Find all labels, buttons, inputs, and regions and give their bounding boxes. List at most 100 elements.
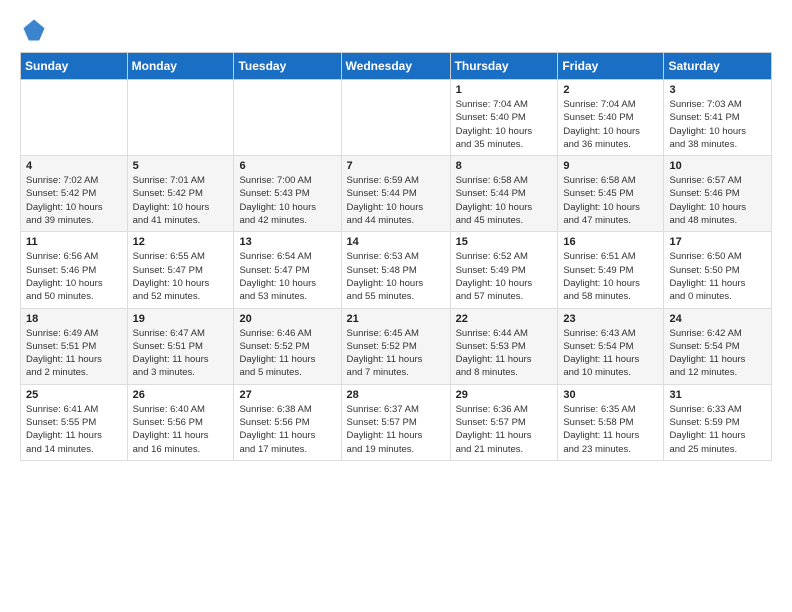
day-cell: 23Sunrise: 6:43 AM Sunset: 5:54 PM Dayli… — [558, 308, 664, 384]
day-info: Sunrise: 6:40 AM Sunset: 5:56 PM Dayligh… — [133, 403, 229, 456]
day-number: 11 — [26, 236, 122, 248]
day-number: 24 — [669, 313, 766, 325]
day-cell: 9 Sunrise: 6:58 AM Sunset: 5:45 PM Daylig… — [558, 156, 664, 232]
day-number: 17 — [669, 236, 766, 248]
day-number: 27 — [239, 389, 335, 401]
day-cell: 4 Sunrise: 7:02 AM Sunset: 5:42 PM Daylig… — [21, 156, 128, 232]
day-info: Sunrise: 6:35 AM Sunset: 5:58 PM Dayligh… — [563, 403, 658, 456]
day-cell: 12 Sunrise: 6:55 AM Sunset: 5:47 PM Dayli… — [127, 232, 234, 308]
day-number: 18 — [26, 313, 122, 325]
day-info: Sunrise: 6:41 AM Sunset: 5:55 PM Dayligh… — [26, 403, 122, 456]
day-number: 26 — [133, 389, 229, 401]
day-cell: 16 Sunrise: 6:51 AM Sunset: 5:49 PM Dayli… — [558, 232, 664, 308]
day-number: 31 — [669, 389, 766, 401]
day-cell: 29Sunrise: 6:36 AM Sunset: 5:57 PM Dayli… — [450, 384, 558, 460]
day-cell: 25 Sunrise: 6:41 AM Sunset: 5:55 PM Dayli… — [21, 384, 128, 460]
day-info: Sunrise: 6:44 AM Sunset: 5:53 PM Dayligh… — [456, 327, 553, 380]
day-cell: 30Sunrise: 6:35 AM Sunset: 5:58 PM Dayli… — [558, 384, 664, 460]
week-row-2: 4 Sunrise: 7:02 AM Sunset: 5:42 PM Daylig… — [21, 156, 772, 232]
day-cell: 20 Sunrise: 6:46 AM Sunset: 5:52 PM Dayli… — [234, 308, 341, 384]
day-cell: 17 Sunrise: 6:50 AM Sunset: 5:50 PM Dayli… — [664, 232, 772, 308]
day-number: 14 — [347, 236, 445, 248]
week-row-5: 25 Sunrise: 6:41 AM Sunset: 5:55 PM Dayli… — [21, 384, 772, 460]
day-number: 6 — [239, 160, 335, 172]
day-cell: 21 Sunrise: 6:45 AM Sunset: 5:52 PM Dayli… — [341, 308, 450, 384]
day-info: Sunrise: 6:51 AM Sunset: 5:49 PM Dayligh… — [563, 250, 658, 303]
day-cell: 31 Sunrise: 6:33 AM Sunset: 5:59 PM Dayli… — [664, 384, 772, 460]
col-header-tuesday: Tuesday — [234, 53, 341, 80]
day-cell: 13 Sunrise: 6:54 AM Sunset: 5:47 PM Dayli… — [234, 232, 341, 308]
col-header-friday: Friday — [558, 53, 664, 80]
day-info: Sunrise: 7:04 AM Sunset: 5:40 PM Dayligh… — [456, 98, 553, 151]
logo-icon — [20, 16, 48, 44]
day-number: 19 — [133, 313, 229, 325]
day-info: Sunrise: 7:03 AM Sunset: 5:41 PM Dayligh… — [669, 98, 766, 151]
day-number: 9 — [563, 160, 658, 172]
day-cell: 1 Sunrise: 7:04 AM Sunset: 5:40 PM Daylig… — [450, 80, 558, 156]
day-number: 10 — [669, 160, 766, 172]
day-cell — [234, 80, 341, 156]
day-cell: 15 Sunrise: 6:52 AM Sunset: 5:49 PM Dayli… — [450, 232, 558, 308]
day-number: 20 — [239, 313, 335, 325]
day-info: Sunrise: 6:58 AM Sunset: 5:45 PM Dayligh… — [563, 174, 658, 227]
day-cell: 22 Sunrise: 6:44 AM Sunset: 5:53 PM Dayli… — [450, 308, 558, 384]
day-cell: 24 Sunrise: 6:42 AM Sunset: 5:54 PM Dayli… — [664, 308, 772, 384]
day-info: Sunrise: 6:45 AM Sunset: 5:52 PM Dayligh… — [347, 327, 445, 380]
week-row-4: 18Sunrise: 6:49 AM Sunset: 5:51 PM Dayli… — [21, 308, 772, 384]
day-number: 22 — [456, 313, 553, 325]
day-info: Sunrise: 6:43 AM Sunset: 5:54 PM Dayligh… — [563, 327, 658, 380]
day-info: Sunrise: 7:04 AM Sunset: 5:40 PM Dayligh… — [563, 98, 658, 151]
day-cell: 11 Sunrise: 6:56 AM Sunset: 5:46 PM Dayli… — [21, 232, 128, 308]
logo — [20, 16, 52, 44]
day-cell: 3Sunrise: 7:03 AM Sunset: 5:41 PM Daylig… — [664, 80, 772, 156]
day-info: Sunrise: 6:47 AM Sunset: 5:51 PM Dayligh… — [133, 327, 229, 380]
day-cell: 28 Sunrise: 6:37 AM Sunset: 5:57 PM Dayli… — [341, 384, 450, 460]
day-number: 21 — [347, 313, 445, 325]
day-info: Sunrise: 6:56 AM Sunset: 5:46 PM Dayligh… — [26, 250, 122, 303]
day-info: Sunrise: 6:58 AM Sunset: 5:44 PM Dayligh… — [456, 174, 553, 227]
day-number: 13 — [239, 236, 335, 248]
day-info: Sunrise: 6:37 AM Sunset: 5:57 PM Dayligh… — [347, 403, 445, 456]
day-info: Sunrise: 6:54 AM Sunset: 5:47 PM Dayligh… — [239, 250, 335, 303]
day-cell: 14 Sunrise: 6:53 AM Sunset: 5:48 PM Dayli… — [341, 232, 450, 308]
week-row-1: 1 Sunrise: 7:04 AM Sunset: 5:40 PM Daylig… — [21, 80, 772, 156]
day-number: 16 — [563, 236, 658, 248]
day-info: Sunrise: 7:01 AM Sunset: 5:42 PM Dayligh… — [133, 174, 229, 227]
day-info: Sunrise: 6:33 AM Sunset: 5:59 PM Dayligh… — [669, 403, 766, 456]
day-number: 1 — [456, 84, 553, 96]
day-number: 25 — [26, 389, 122, 401]
day-cell: 5 Sunrise: 7:01 AM Sunset: 5:42 PM Daylig… — [127, 156, 234, 232]
day-info: Sunrise: 6:52 AM Sunset: 5:49 PM Dayligh… — [456, 250, 553, 303]
day-cell: 2 Sunrise: 7:04 AM Sunset: 5:40 PM Daylig… — [558, 80, 664, 156]
col-header-monday: Monday — [127, 53, 234, 80]
day-info: Sunrise: 6:36 AM Sunset: 5:57 PM Dayligh… — [456, 403, 553, 456]
calendar-header-row: SundayMondayTuesdayWednesdayThursdayFrid… — [21, 53, 772, 80]
day-number: 4 — [26, 160, 122, 172]
week-row-3: 11 Sunrise: 6:56 AM Sunset: 5:46 PM Dayli… — [21, 232, 772, 308]
day-number: 7 — [347, 160, 445, 172]
day-info: Sunrise: 6:55 AM Sunset: 5:47 PM Dayligh… — [133, 250, 229, 303]
day-number: 12 — [133, 236, 229, 248]
day-info: Sunrise: 7:00 AM Sunset: 5:43 PM Dayligh… — [239, 174, 335, 227]
day-number: 2 — [563, 84, 658, 96]
day-cell — [341, 80, 450, 156]
day-info: Sunrise: 7:02 AM Sunset: 5:42 PM Dayligh… — [26, 174, 122, 227]
col-header-sunday: Sunday — [21, 53, 128, 80]
day-info: Sunrise: 6:53 AM Sunset: 5:48 PM Dayligh… — [347, 250, 445, 303]
col-header-thursday: Thursday — [450, 53, 558, 80]
day-number: 28 — [347, 389, 445, 401]
day-cell — [21, 80, 128, 156]
day-cell: 26 Sunrise: 6:40 AM Sunset: 5:56 PM Dayli… — [127, 384, 234, 460]
day-info: Sunrise: 6:46 AM Sunset: 5:52 PM Dayligh… — [239, 327, 335, 380]
day-cell: 7Sunrise: 6:59 AM Sunset: 5:44 PM Daylig… — [341, 156, 450, 232]
day-info: Sunrise: 6:57 AM Sunset: 5:46 PM Dayligh… — [669, 174, 766, 227]
day-info: Sunrise: 6:42 AM Sunset: 5:54 PM Dayligh… — [669, 327, 766, 380]
day-number: 15 — [456, 236, 553, 248]
day-info: Sunrise: 6:50 AM Sunset: 5:50 PM Dayligh… — [669, 250, 766, 303]
col-header-saturday: Saturday — [664, 53, 772, 80]
day-number: 5 — [133, 160, 229, 172]
day-cell: 18Sunrise: 6:49 AM Sunset: 5:51 PM Dayli… — [21, 308, 128, 384]
day-cell: 10 Sunrise: 6:57 AM Sunset: 5:46 PM Dayli… — [664, 156, 772, 232]
day-cell: 6 Sunrise: 7:00 AM Sunset: 5:43 PM Daylig… — [234, 156, 341, 232]
day-cell: 19 Sunrise: 6:47 AM Sunset: 5:51 PM Dayli… — [127, 308, 234, 384]
